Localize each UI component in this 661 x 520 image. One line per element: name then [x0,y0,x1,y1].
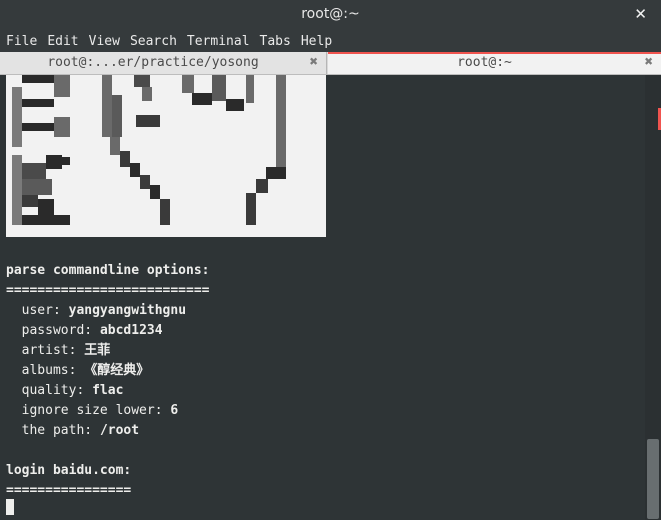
window-titlebar: root@:~ ✕ [0,0,661,30]
option-row-password: password: abcd1234 [6,321,210,341]
option-label: the path: [21,423,93,438]
menu-edit[interactable]: Edit [42,31,83,49]
scrollbar-thumb[interactable] [647,439,659,519]
option-row-albums: albums: 《醇经典》 [6,361,210,381]
section-header: parse commandline options: [6,263,210,278]
tab-label: root@:~ [457,55,512,70]
option-label: quality: [21,383,85,398]
ascii-art-image [6,75,326,237]
option-value: abcd1234 [99,323,163,338]
section-rule: ========================== [6,283,210,298]
menu-search[interactable]: Search [125,31,182,49]
option-label: user: [21,303,61,318]
tab-practice-yosong[interactable]: root@:...er/practice/yosong ✖ [0,52,327,74]
pixel-art-icon [12,75,286,225]
option-row-user: user: yangyangwithgnu [6,301,210,321]
option-row-artist: artist: 王菲 [6,341,210,361]
tab-close-icon[interactable]: ✖ [645,54,653,70]
menu-bar: File Edit View Search Terminal Tabs Help [0,30,661,52]
option-value: yangyangwithgnu [68,303,187,318]
option-value: 王菲 [84,343,111,358]
tab-close-icon[interactable]: ✖ [310,54,318,70]
option-label: albums: [21,363,77,378]
menu-terminal[interactable]: Terminal [182,31,255,49]
option-row-ignore-size: ignore size lower: 6 [6,401,210,421]
option-value: 《醇经典》 [84,363,150,378]
option-label: password: [21,323,93,338]
option-value: flac [92,383,124,398]
menu-help[interactable]: Help [296,31,337,49]
terminal-output: parse commandline options: ==============… [6,261,210,501]
option-label: ignore size lower: [21,403,163,418]
menu-view[interactable]: View [84,31,125,49]
scrollbar[interactable] [645,75,661,520]
menu-tabs[interactable]: Tabs [255,31,296,49]
text-cursor [6,499,14,515]
menu-file[interactable]: File [0,31,42,49]
terminal-area[interactable]: parse commandline options: ==============… [0,75,645,520]
option-row-path: the path: /root [6,421,210,441]
option-value: /root [99,423,140,438]
option-value: 6 [170,403,179,418]
section-rule: ================ [6,483,132,498]
tab-root-home[interactable]: root@:~ ✖ [328,52,661,74]
option-row-quality: quality: flac [6,381,210,401]
window-close-icon[interactable]: ✕ [634,5,647,23]
tab-bar: root@:...er/practice/yosong ✖ root@:~ ✖ [0,52,661,75]
window-title: root@:~ [301,6,360,22]
option-label: artist: [21,343,77,358]
section-header: login baidu.com: [6,463,132,478]
tab-label: root@:...er/practice/yosong [47,55,259,70]
